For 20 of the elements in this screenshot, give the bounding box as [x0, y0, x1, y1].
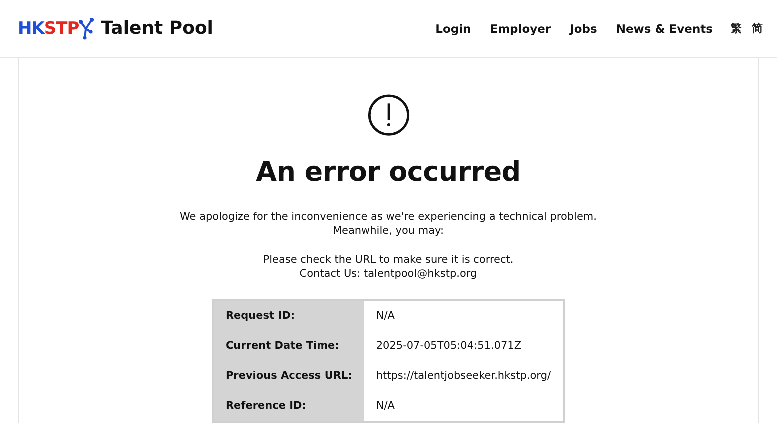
detail-label: Current Date Time: — [212, 331, 364, 361]
detail-label: Previous Access URL: — [212, 361, 364, 391]
site-name: Talent Pool — [101, 18, 214, 39]
help-text: Contact Us: talentpool@hkstp.org — [300, 267, 478, 282]
error-message: We apologize for the inconvenience as we're experiencing a technical problem. — [180, 210, 597, 224]
language-link[interactable]: 简 — [752, 21, 763, 36]
hkstp-logo[interactable]: HKSTP — [18, 18, 96, 40]
error-title: An error occurred — [256, 156, 521, 188]
detail-value: N/A — [364, 300, 564, 331]
nav-link[interactable]: Login — [436, 22, 472, 36]
warning-icon — [366, 94, 410, 137]
nav-link[interactable]: News & Events — [616, 22, 713, 36]
detail-label: Request ID: — [212, 300, 364, 331]
detail-value: N/A — [364, 391, 564, 422]
nav-link[interactable]: Jobs — [570, 22, 598, 36]
help-text: Please check the URL to make sure it is correct. — [263, 252, 514, 268]
nav-link[interactable]: Employer — [490, 22, 552, 36]
detail-label: Reference ID: — [212, 391, 364, 422]
error-message: Meanwhile, you may: — [332, 224, 444, 239]
language-link[interactable]: 繁 — [731, 21, 742, 36]
